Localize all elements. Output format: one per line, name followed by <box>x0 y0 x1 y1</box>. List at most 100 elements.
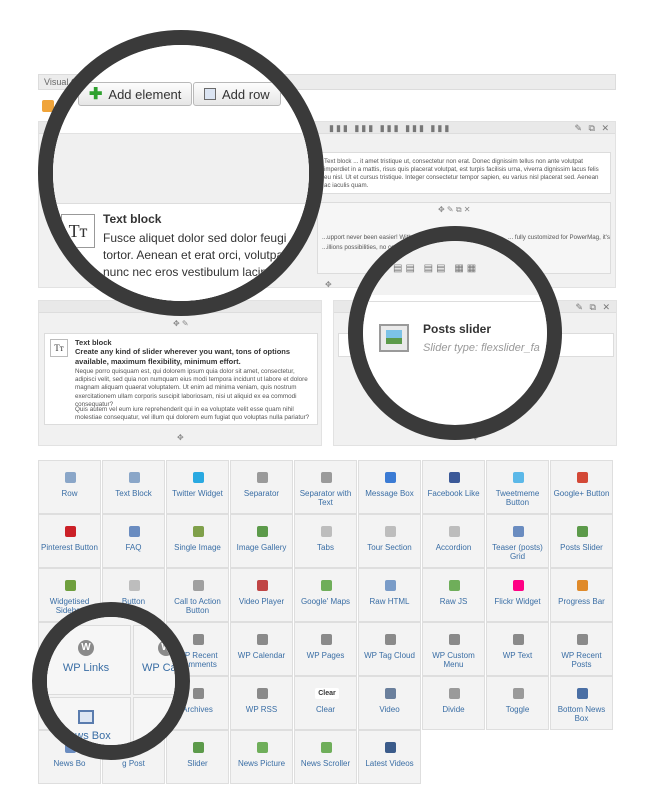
separator-icon <box>257 472 268 483</box>
map-icon <box>321 580 332 591</box>
element-label: Toggle <box>505 705 530 714</box>
tweetmeme-icon <box>513 472 524 483</box>
element-tile[interactable]: Tabs <box>294 514 357 568</box>
left-column-controls[interactable]: ✥ ✎ <box>173 319 189 328</box>
column-layouts-zoom[interactable]: ▤▤ ▤▤ ▦▦ <box>393 263 479 274</box>
element-tile[interactable]: Tweetmeme Button <box>486 460 549 514</box>
element-label: Slider <box>187 759 208 768</box>
nested-row-controls[interactable]: ✥ ✎ ⧉ ✕ <box>438 205 471 215</box>
element-label: FAQ <box>125 543 142 552</box>
element-tile[interactable]: Call to Action Button <box>166 568 229 622</box>
element-label: WP RSS <box>245 705 278 714</box>
element-tile[interactable]: Toggle <box>486 676 549 730</box>
element-label: WP Recent Posts <box>561 651 602 669</box>
element-label: Facebook Like <box>427 489 480 498</box>
element-tile[interactable]: Image Gallery <box>230 514 293 568</box>
element-label: Tour Section <box>367 543 412 552</box>
element-tile[interactable]: Pinterest Button <box>38 514 101 568</box>
element-tile[interactable]: Text Block <box>102 460 165 514</box>
row-1-move-icon[interactable]: ✥ <box>325 280 332 289</box>
wordpress-icon <box>193 634 204 645</box>
posts-slider-subtitle: Slider type: flexslider_fa <box>423 342 540 354</box>
element-tile[interactable]: Video <box>358 676 421 730</box>
element-tile[interactable]: Raw HTML <box>358 568 421 622</box>
element-tile[interactable]: WP Custom Menu <box>422 622 485 676</box>
element-tile[interactable]: Clear Clear <box>294 676 357 730</box>
left-block-body-2: Quis autem vel eum iure reprehenderit qu… <box>75 406 310 422</box>
element-tile[interactable]: FAQ <box>102 514 165 568</box>
zoom-text-block-body: Fusce aliquet dolor sed dolor feugi tort… <box>103 230 309 281</box>
element-tile[interactable]: Posts Slider <box>550 514 613 568</box>
add-element-button[interactable]: ✚ Add element <box>78 82 193 106</box>
element-tile[interactable]: Tour Section <box>358 514 421 568</box>
add-row-button[interactable]: Add row <box>193 82 281 106</box>
element-label: Text Block <box>115 489 152 498</box>
element-tile[interactable]: Video Player <box>230 568 293 622</box>
element-tile[interactable]: Slider <box>166 730 229 784</box>
zoom-line-2: tortor. Aenean et erat orci, volutpat <box>103 248 287 262</box>
element-label: WP Tag Cloud <box>364 651 415 660</box>
magnifier-wp-links: W WP Links W WP Cat News Box Blo <box>32 602 190 760</box>
element-tile[interactable]: Separator with Text <box>294 460 357 514</box>
right-text-block[interactable]: Text block ... it amet tristique ut, con… <box>317 152 611 194</box>
element-label: Single Image <box>174 543 221 552</box>
element-label: WP Pages <box>306 651 345 660</box>
plus-icon: ✚ <box>89 86 103 103</box>
progress-bar-icon <box>577 580 588 591</box>
element-tile[interactable]: WP Tag Cloud <box>358 622 421 676</box>
news-box-icon <box>78 710 94 724</box>
row-2-controls-icons[interactable]: ✎ ⧉ ✕ <box>575 302 612 313</box>
wordpress-icon: W <box>78 640 94 656</box>
zoom-row-bg <box>53 133 309 203</box>
row-controls-icons[interactable]: ✎ ⧉ ✕ <box>574 123 611 134</box>
element-tile[interactable]: Divide <box>422 676 485 730</box>
wordpress-icon <box>449 634 460 645</box>
element-tile[interactable]: Facebook Like <box>422 460 485 514</box>
zoom-posts-slider[interactable]: Posts slider Slider type: flexslider_fa <box>363 301 547 387</box>
element-label: WP Calendar <box>237 651 286 660</box>
element-tile[interactable]: WP Text <box>486 622 549 676</box>
element-tile[interactable]: Google' Maps <box>294 568 357 622</box>
element-tile[interactable]: Accordion <box>422 514 485 568</box>
facebook-icon <box>449 472 460 483</box>
add-element-label: Add element <box>108 86 182 102</box>
twitter-icon <box>193 472 204 483</box>
element-tile[interactable]: Single Image <box>166 514 229 568</box>
tabs-icon <box>321 526 332 537</box>
accordion-icon <box>449 526 460 537</box>
divide-icon <box>449 688 460 699</box>
zoom-wp-cat-label: WP Cat <box>142 662 180 674</box>
text-block-large-icon: Tт <box>61 214 95 248</box>
element-label: Twitter Widget <box>172 489 223 498</box>
element-tile[interactable]: Google+ Button <box>550 460 613 514</box>
element-tile[interactable]: WP Recent Posts <box>550 622 613 676</box>
wordpress-icon <box>257 634 268 645</box>
left-text-block[interactable]: Tт Text block Create any kind of slider … <box>44 333 318 425</box>
element-tile[interactable]: Message Box <box>358 460 421 514</box>
element-label: Latest Videos <box>365 759 414 768</box>
element-tile[interactable]: Row <box>38 460 101 514</box>
zoom-text-block[interactable]: Tт Text block Fusce aliquet dolor sed do… <box>53 203 309 301</box>
element-tile[interactable]: Teaser (posts) Grid <box>486 514 549 568</box>
element-tile[interactable]: WP Calendar <box>230 622 293 676</box>
element-tile[interactable]: WP Pages <box>294 622 357 676</box>
element-tile[interactable]: Separator <box>230 460 293 514</box>
element-tile[interactable]: Raw JS <box>422 568 485 622</box>
flickr-icon <box>513 580 524 591</box>
column-layout-icons[interactable]: ▮▮▮ ▮▮▮ ▮▮▮ ▮▮▮ ▮▮▮ <box>329 123 451 134</box>
element-tile[interactable]: Bottom News Box <box>550 676 613 730</box>
element-tile[interactable]: News Picture <box>230 730 293 784</box>
element-label: Posts Slider <box>560 543 603 552</box>
separator-text-icon <box>321 472 332 483</box>
news-scroller-icon <box>321 742 332 753</box>
left-move-icon[interactable]: ✥ <box>177 433 184 442</box>
element-tile[interactable]: WP RSS <box>230 676 293 730</box>
zoom-wp-links[interactable]: W WP Links <box>47 625 131 695</box>
element-tile[interactable]: Twitter Widget <box>166 460 229 514</box>
zoom-text-block-title: Text block <box>103 212 162 226</box>
element-tile[interactable]: Progress Bar <box>550 568 613 622</box>
element-tile[interactable]: Flickr Widget <box>486 568 549 622</box>
image-icon <box>193 526 204 537</box>
element-tile[interactable]: Latest Videos <box>358 730 421 784</box>
element-tile[interactable]: News Scroller <box>294 730 357 784</box>
